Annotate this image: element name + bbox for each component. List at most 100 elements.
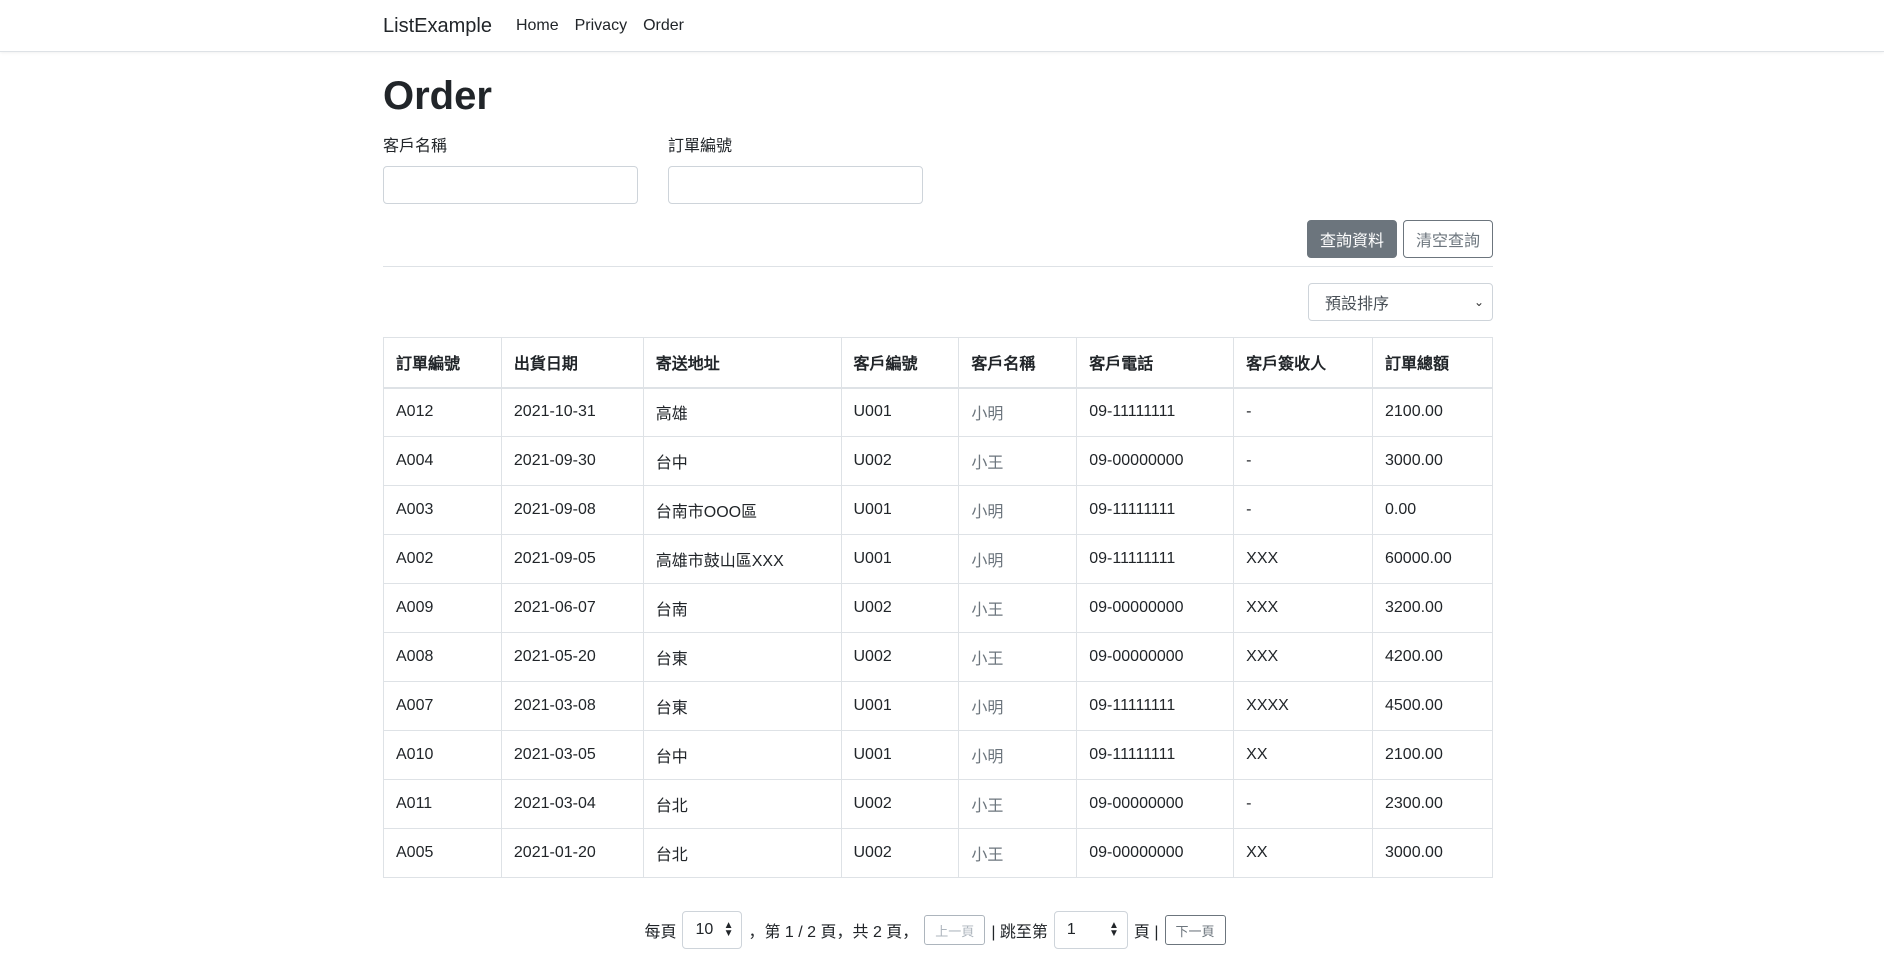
table-row: A002 2021-09-05 高雄市鼓山區XXX U001 小明 09-111…	[383, 534, 1493, 584]
cell-customer-id: U002	[840, 828, 960, 878]
top-navbar: ListExample Home Privacy Order	[0, 0, 1884, 52]
jump-page-select[interactable]: 1 ▲ ▼	[1053, 911, 1128, 949]
cell-customer-name: 小王	[958, 632, 1078, 682]
header-customer-phone[interactable]: 客戶電話	[1076, 337, 1235, 389]
cell-address: 台中	[642, 730, 842, 780]
customer-name-field: 客戶名稱	[383, 132, 638, 204]
header-address[interactable]: 寄送地址	[642, 337, 842, 389]
page-title: Order	[383, 74, 492, 118]
header-total[interactable]: 訂單總額	[1372, 337, 1493, 389]
cell-recipient: -	[1233, 485, 1373, 535]
jump-page-value: 1	[1066, 921, 1076, 938]
cell-address: 台南市OOO區	[642, 485, 842, 535]
cell-customer-phone: 09-00000000	[1076, 436, 1235, 486]
cell-total: 2100.00	[1372, 730, 1493, 780]
nav-link-order[interactable]: Order	[643, 17, 684, 35]
cell-customer-phone: 09-11111111	[1076, 730, 1235, 780]
cell-customer-name: 小明	[958, 387, 1078, 437]
cell-address: 台北	[642, 779, 842, 829]
cell-recipient: XXXX	[1233, 681, 1373, 731]
cell-customer-phone: 09-00000000	[1076, 583, 1235, 633]
order-no-input[interactable]	[668, 166, 923, 204]
cell-total: 4500.00	[1372, 681, 1493, 731]
per-page-label: 每頁	[644, 924, 677, 941]
table-row: A008 2021-05-20 台東 U002 小王 09-00000000 X…	[383, 632, 1493, 682]
nav-link-home[interactable]: Home	[516, 17, 559, 35]
cell-ship-date: 2021-01-20	[500, 828, 644, 878]
cell-order-no: A002	[383, 534, 502, 584]
next-page-button[interactable]: 下一頁	[1164, 915, 1226, 945]
table-row: A004 2021-09-30 台中 U002 小王 09-00000000 -…	[383, 436, 1493, 486]
cell-customer-id: U001	[840, 387, 960, 437]
table-row: A005 2021-01-20 台北 U002 小王 09-00000000 X…	[383, 828, 1493, 878]
clear-search-button[interactable]: 清空查詢	[1402, 220, 1493, 258]
customer-name-input[interactable]	[383, 166, 638, 204]
cell-ship-date: 2021-03-05	[500, 730, 644, 780]
cell-customer-phone: 09-00000000	[1076, 632, 1235, 682]
header-recipient[interactable]: 客戶簽收人	[1233, 337, 1373, 389]
updown-arrow-icon: ▲ ▼	[723, 920, 734, 939]
search-button[interactable]: 查詢資料	[1306, 220, 1397, 258]
cell-address: 台北	[642, 828, 842, 878]
cell-customer-name: 小明	[958, 485, 1078, 535]
cell-recipient: -	[1233, 779, 1373, 829]
cell-customer-name: 小王	[958, 828, 1078, 878]
per-page-select[interactable]: 10 ▲ ▼	[682, 911, 743, 949]
cell-ship-date: 2021-09-30	[500, 436, 644, 486]
header-customer-id[interactable]: 客戶編號	[840, 337, 960, 389]
cell-ship-date: 2021-09-08	[500, 485, 644, 535]
cell-customer-name: 小王	[958, 779, 1078, 829]
header-order-no[interactable]: 訂單編號	[383, 337, 502, 389]
cell-recipient: XXX	[1233, 534, 1373, 584]
cell-customer-phone: 09-11111111	[1076, 485, 1235, 535]
cell-order-no: A008	[383, 632, 502, 682]
table-row: A007 2021-03-08 台東 U001 小明 09-11111111 X…	[383, 681, 1493, 731]
cell-order-no: A009	[383, 583, 502, 633]
table-row: A012 2021-10-31 高雄 U001 小明 09-11111111 -…	[383, 387, 1493, 437]
cell-customer-id: U001	[840, 681, 960, 731]
page-suffix: 頁 |	[1133, 924, 1159, 941]
cell-order-no: A010	[383, 730, 502, 780]
page-info: ，第 1 / 2 頁，共 2 頁，	[748, 924, 919, 941]
cell-address: 台東	[642, 632, 842, 682]
table-row: A003 2021-09-08 台南市OOO區 U001 小明 09-11111…	[383, 485, 1493, 535]
cell-recipient: XXX	[1233, 632, 1373, 682]
cell-customer-name: 小明	[958, 730, 1078, 780]
cell-customer-name: 小王	[958, 583, 1078, 633]
brand-link[interactable]: ListExample	[383, 15, 492, 38]
nav-link-privacy[interactable]: Privacy	[575, 17, 627, 35]
cell-customer-phone: 09-00000000	[1076, 828, 1235, 878]
cell-address: 高雄	[642, 387, 842, 437]
per-page-value: 10	[695, 921, 714, 938]
cell-address: 台中	[642, 436, 842, 486]
table-row: A011 2021-03-04 台北 U002 小王 09-00000000 -…	[383, 779, 1493, 829]
cell-customer-id: U002	[840, 583, 960, 633]
sort-select[interactable]: 預設排序 ⌄	[1308, 283, 1493, 321]
cell-address: 台東	[642, 681, 842, 731]
cell-customer-name: 小明	[958, 534, 1078, 584]
cell-recipient: -	[1233, 436, 1373, 486]
order-no-label: 訂單編號	[668, 138, 733, 155]
cell-customer-id: U002	[840, 436, 960, 486]
header-ship-date[interactable]: 出貨日期	[500, 337, 644, 389]
cell-order-no: A004	[383, 436, 502, 486]
cell-total: 3000.00	[1372, 436, 1493, 486]
cell-total: 2300.00	[1372, 779, 1493, 829]
orders-table: 訂單編號 出貨日期 寄送地址 客戶編號 客戶名稱 客戶電話 客戶簽收人 訂單總額…	[383, 337, 1493, 878]
cell-total: 4200.00	[1372, 632, 1493, 682]
sort-row: 預設排序 ⌄	[383, 283, 1493, 321]
cell-total: 2100.00	[1372, 387, 1493, 437]
cell-total: 3000.00	[1372, 828, 1493, 878]
chevron-down-icon: ⌄	[1473, 295, 1484, 309]
cell-total: 60000.00	[1372, 534, 1493, 584]
prev-page-button[interactable]: 上一頁	[924, 915, 986, 945]
cell-order-no: A007	[383, 681, 502, 731]
jump-to-label: | 跳至第	[991, 924, 1048, 941]
cell-recipient: XX	[1233, 730, 1373, 780]
sort-select-value: 預設排序	[1325, 296, 1390, 313]
cell-customer-phone: 09-11111111	[1076, 681, 1235, 731]
order-no-field: 訂單編號	[668, 132, 923, 204]
cell-customer-id: U002	[840, 779, 960, 829]
cell-address: 台南	[642, 583, 842, 633]
header-customer-name[interactable]: 客戶名稱	[958, 337, 1078, 389]
